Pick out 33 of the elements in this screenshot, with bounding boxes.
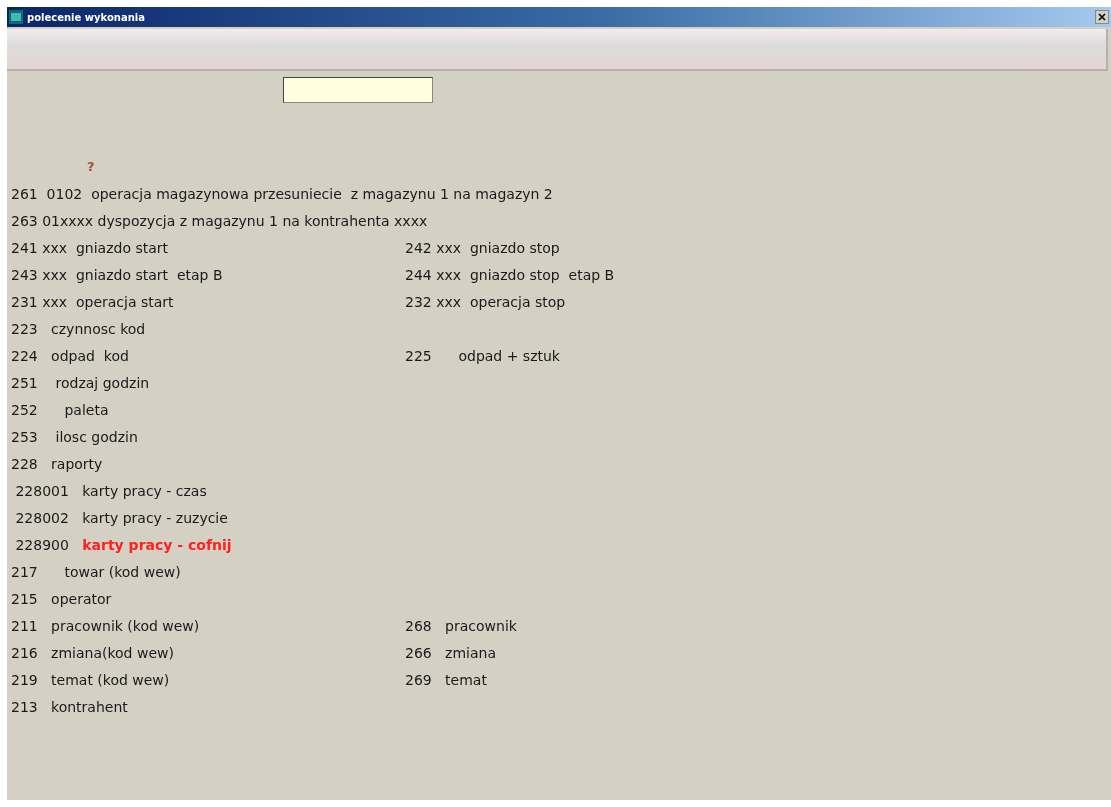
entry-text: 213 kontrahent xyxy=(11,698,128,715)
app-icon xyxy=(9,10,23,24)
entry-text: karty pracy - cofnij xyxy=(82,536,232,553)
entry-text: 268 pracownik xyxy=(405,617,517,634)
window-title: polecenie wykonania xyxy=(27,11,146,23)
entry-text: 228900 xyxy=(14,536,70,553)
entry-text: 225 odpad + sztuk xyxy=(405,347,560,364)
question-mark: ? xyxy=(87,159,95,174)
entry-text: 269 temat xyxy=(405,671,487,688)
entry-text: 244 xxx gniazdo stop etap B xyxy=(405,266,615,283)
entry-text: 215 operator xyxy=(11,590,112,607)
entry-text: 232 xxx operacja stop xyxy=(405,293,566,310)
entry-text: 216 zmiana(kod wew) xyxy=(11,644,174,661)
entry-text: 243 xxx gniazdo start etap B xyxy=(11,266,223,283)
entry-text: 253 ilosc godzin xyxy=(11,428,138,445)
entry-text: 241 xxx gniazdo start xyxy=(11,239,168,256)
entry-text: 211 pracownik (kod wew) xyxy=(11,617,200,634)
entry-text: 219 temat (kod wew) xyxy=(11,671,170,688)
entry-text: 224 odpad kod xyxy=(11,347,129,364)
close-button[interactable] xyxy=(1095,10,1109,24)
entry-text: 251 rodzaj godzin xyxy=(11,374,150,391)
entry-text: 231 xxx operacja start xyxy=(11,293,174,310)
entry-text: 242 xxx gniazdo stop xyxy=(405,239,560,256)
entry-text: 228001 karty pracy - czas xyxy=(14,482,207,499)
entry-text: 223 czynnosc kod xyxy=(11,320,146,337)
entry-text: 217 towar (kod wew) xyxy=(11,563,181,580)
input-field[interactable] xyxy=(283,77,433,103)
entry-text: 263 01xxxx dyspozycja z magazynu 1 na kontrahenta xxxx xyxy=(11,212,428,229)
entry-text: 228002 karty pracy - zuzycie xyxy=(14,509,228,526)
entry-text: 228 raporty xyxy=(11,455,103,472)
entry-text: 252 paleta xyxy=(11,401,109,418)
entry-text: 266 zmiana xyxy=(405,644,496,661)
entry-text: 261 0102 operacja magazynowa przesuniecie z magazynu 1 na magazyn 2 xyxy=(11,185,553,202)
